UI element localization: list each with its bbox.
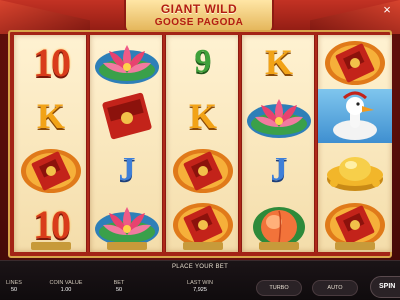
nine-symbol: 9 — [194, 43, 212, 80]
coin-value-value: 1.00 — [60, 287, 72, 293]
reel-2: J — [90, 35, 164, 252]
logo-title-line2: GOOSE PAGODA — [154, 17, 244, 28]
close-icon[interactable]: × — [380, 3, 394, 17]
bet-display[interactable]: BET 50 — [104, 280, 134, 294]
jack-symbol: J — [118, 151, 136, 188]
pedestal — [107, 242, 147, 250]
spin-button[interactable]: SPIN — [370, 276, 400, 298]
reel-4-symbol-1: K — [242, 35, 316, 89]
reel-3-symbol-3 — [166, 143, 240, 197]
game-logo: GIANT WILD GOOSE PAGODA — [124, 0, 274, 34]
last-win-value: 7,925 — [193, 287, 207, 293]
pedestal — [259, 242, 299, 250]
reel-2-symbol-1 — [90, 35, 164, 89]
ten-symbol: 10 — [33, 201, 71, 247]
pedestal — [183, 242, 223, 250]
status-message: PLACE YOUR BET — [171, 264, 229, 270]
reel-5-symbol-3 — [318, 143, 392, 197]
ten-symbol: 10 — [33, 39, 71, 85]
game-scene: GIANT WILD GOOSE PAGODA × 10 K 10 J 9 K … — [0, 0, 400, 300]
auto-button[interactable]: AUTO — [312, 280, 358, 296]
goose-wild-icon — [333, 91, 377, 140]
reel-4-symbol-2 — [242, 89, 316, 143]
gold-ingot-icon — [327, 157, 383, 191]
reel-3: 9 K — [166, 35, 240, 252]
last-win-display: LAST WIN 7,925 — [180, 280, 220, 294]
bet-label: BET — [113, 280, 125, 286]
king-symbol: K — [188, 96, 217, 136]
coin-value-display[interactable]: COIN VALUE 1.00 — [46, 280, 86, 294]
reel-2-symbol-3: J — [90, 143, 164, 197]
bet-value: 50 — [115, 287, 123, 293]
reel-5-symbol-1 — [318, 35, 392, 89]
red-envelope-icon — [325, 41, 385, 85]
reel-2-symbol-2 — [90, 89, 164, 143]
lotus-flower-icon — [247, 99, 311, 138]
reel-3-symbol-2: K — [166, 89, 240, 143]
lines-label: LINES — [6, 280, 22, 286]
lotus-flower-icon — [95, 45, 159, 84]
red-envelope-icon — [102, 92, 152, 140]
reel-4-symbol-3: J — [242, 143, 316, 197]
coin-value-label: COIN VALUE — [49, 280, 83, 286]
reel-4: K J — [242, 35, 316, 252]
last-win-label: LAST WIN — [187, 280, 213, 286]
jack-symbol: J — [270, 151, 288, 188]
lines-value: 50 — [10, 287, 18, 293]
reel-5 — [318, 35, 392, 252]
red-envelope-icon — [21, 149, 81, 193]
reel-1-symbol-3 — [14, 143, 88, 197]
reel-1-symbol-2: K — [14, 89, 88, 143]
turbo-button[interactable]: TURBO — [256, 280, 302, 296]
pedestal — [335, 242, 375, 250]
king-symbol: K — [36, 96, 65, 136]
reel-5-symbol-2 — [318, 89, 392, 143]
reel-1: 10 K 10 — [14, 35, 88, 252]
king-symbol: K — [264, 42, 293, 82]
logo-title-line1: GIANT WILD — [160, 2, 238, 16]
reel-1-symbol-1: 10 — [14, 35, 88, 89]
reel-3-symbol-1: 9 — [166, 35, 240, 89]
pedestal — [31, 242, 71, 250]
red-envelope-icon — [173, 149, 233, 193]
lines-display[interactable]: LINES 50 — [2, 280, 26, 294]
